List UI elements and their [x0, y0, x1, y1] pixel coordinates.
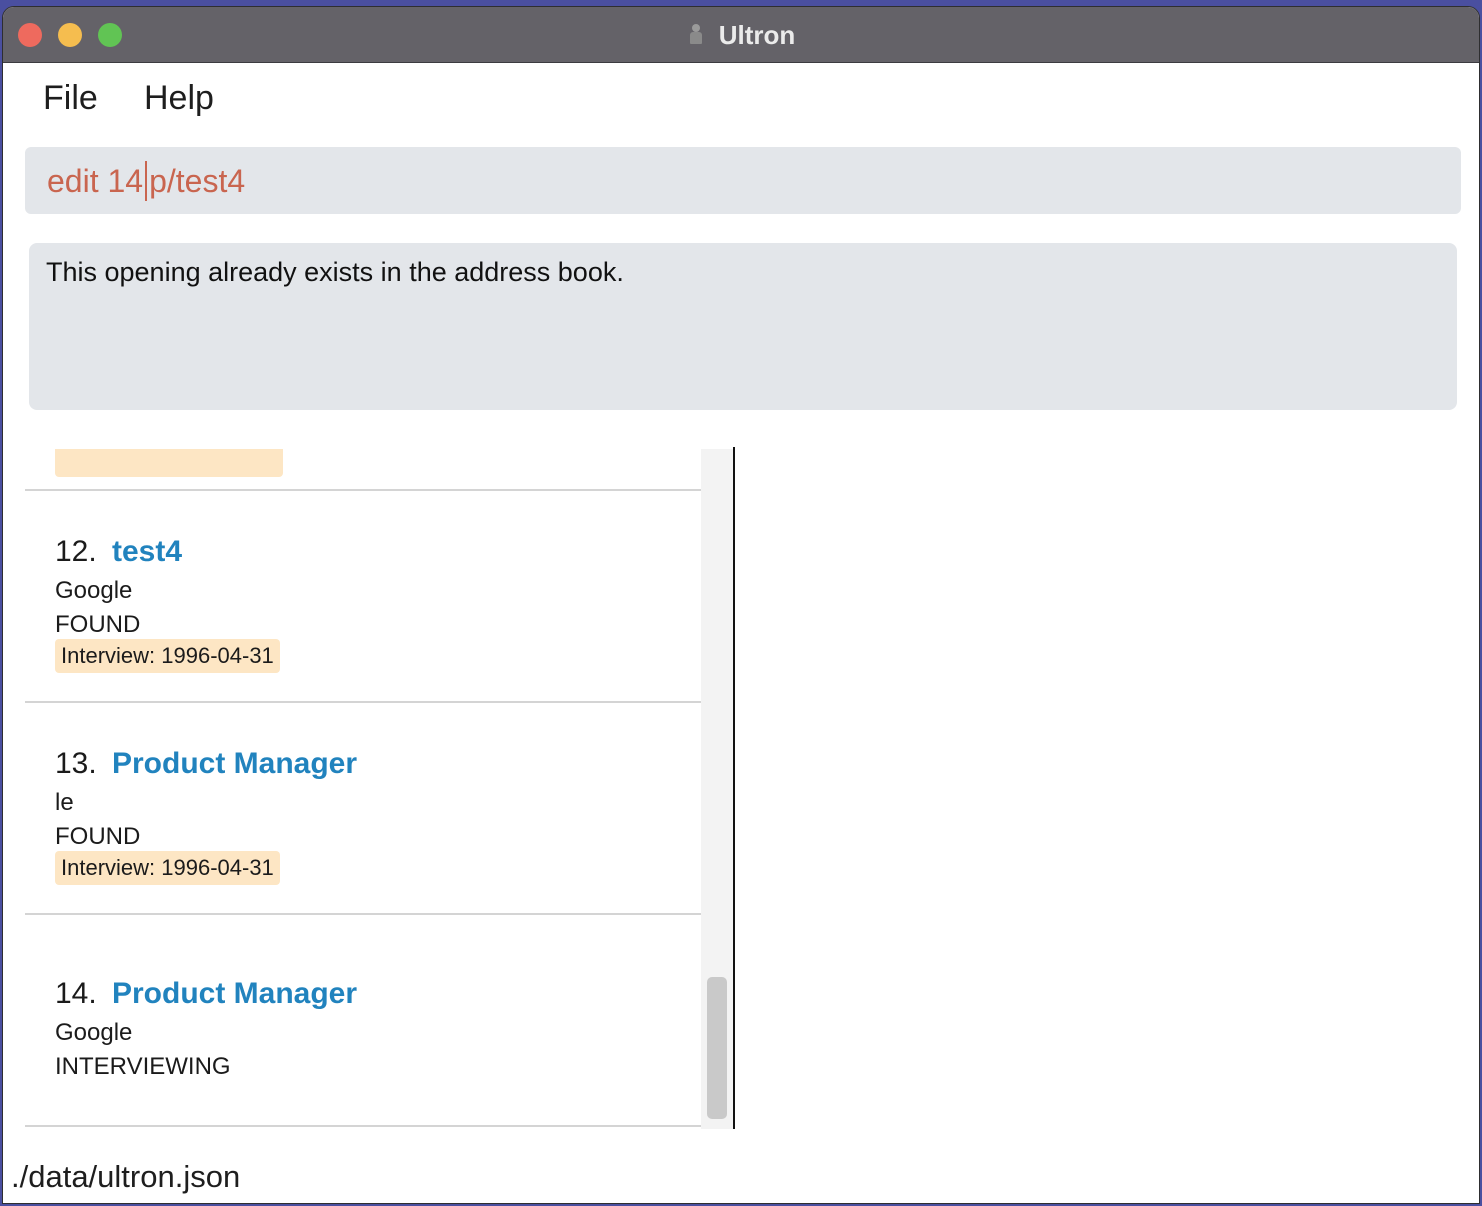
opening-role: Product Manager	[112, 977, 358, 1010]
pane-divider[interactable]	[733, 447, 735, 1129]
opening-list[interactable]: 12. test4 Google FOUND Interview: 1996-0…	[25, 449, 701, 1129]
interview-tag	[55, 449, 283, 477]
window-title-text: Ultron	[718, 19, 796, 50]
robot-icon	[687, 24, 705, 46]
list-item[interactable]: 12. test4 Google FOUND Interview: 1996-0…	[25, 491, 701, 703]
opening-index: 13.	[55, 747, 97, 780]
opening-index: 14.	[55, 977, 97, 1010]
list-item[interactable]: 13. Product Manager le FOUND Interview: …	[25, 703, 701, 915]
command-input[interactable]: edit 14 p/test4	[25, 147, 1461, 214]
opening-company: le	[55, 789, 74, 816]
command-text-before-caret: edit 14	[47, 162, 144, 199]
list-item[interactable]	[25, 449, 701, 491]
window-title: Ultron	[3, 7, 1479, 63]
opening-index: 12.	[55, 535, 97, 568]
opening-status: FOUND	[55, 611, 141, 638]
opening-status: INTERVIEWING	[55, 1053, 231, 1080]
opening-list-scrollbar[interactable]	[701, 449, 733, 1129]
list-item[interactable]: 14. Product Manager Google INTERVIEWING	[25, 915, 701, 1127]
save-location: ./data/ultron.json	[11, 1159, 241, 1194]
text-caret	[145, 161, 148, 201]
command-text-after-caret: p/test4	[149, 162, 246, 199]
interview-tag: Interview: 1996-04-31	[55, 851, 280, 885]
command-text: edit 14 p/test4	[47, 161, 245, 201]
opening-role: Product Manager	[112, 747, 358, 780]
status-bar: ./data/ultron.json	[3, 1129, 1479, 1203]
interview-tag: Interview: 1996-04-31	[55, 639, 280, 673]
result-message: This opening already exists in the addre…	[46, 257, 624, 287]
opening-company: Google	[55, 577, 133, 604]
file-menu[interactable]: File	[43, 79, 98, 118]
result-display: This opening already exists in the addre…	[29, 243, 1457, 410]
opening-company: Google	[55, 1019, 133, 1046]
title-bar: Ultron	[3, 7, 1479, 63]
help-menu[interactable]: Help	[144, 79, 214, 118]
scrollbar-thumb[interactable]	[707, 977, 727, 1119]
menu-bar: File Help	[3, 65, 1479, 137]
app-window: Ultron File Help edit 14 p/test4 This ope…	[2, 6, 1480, 1204]
opening-role: test4	[112, 535, 183, 568]
opening-status: FOUND	[55, 823, 141, 850]
